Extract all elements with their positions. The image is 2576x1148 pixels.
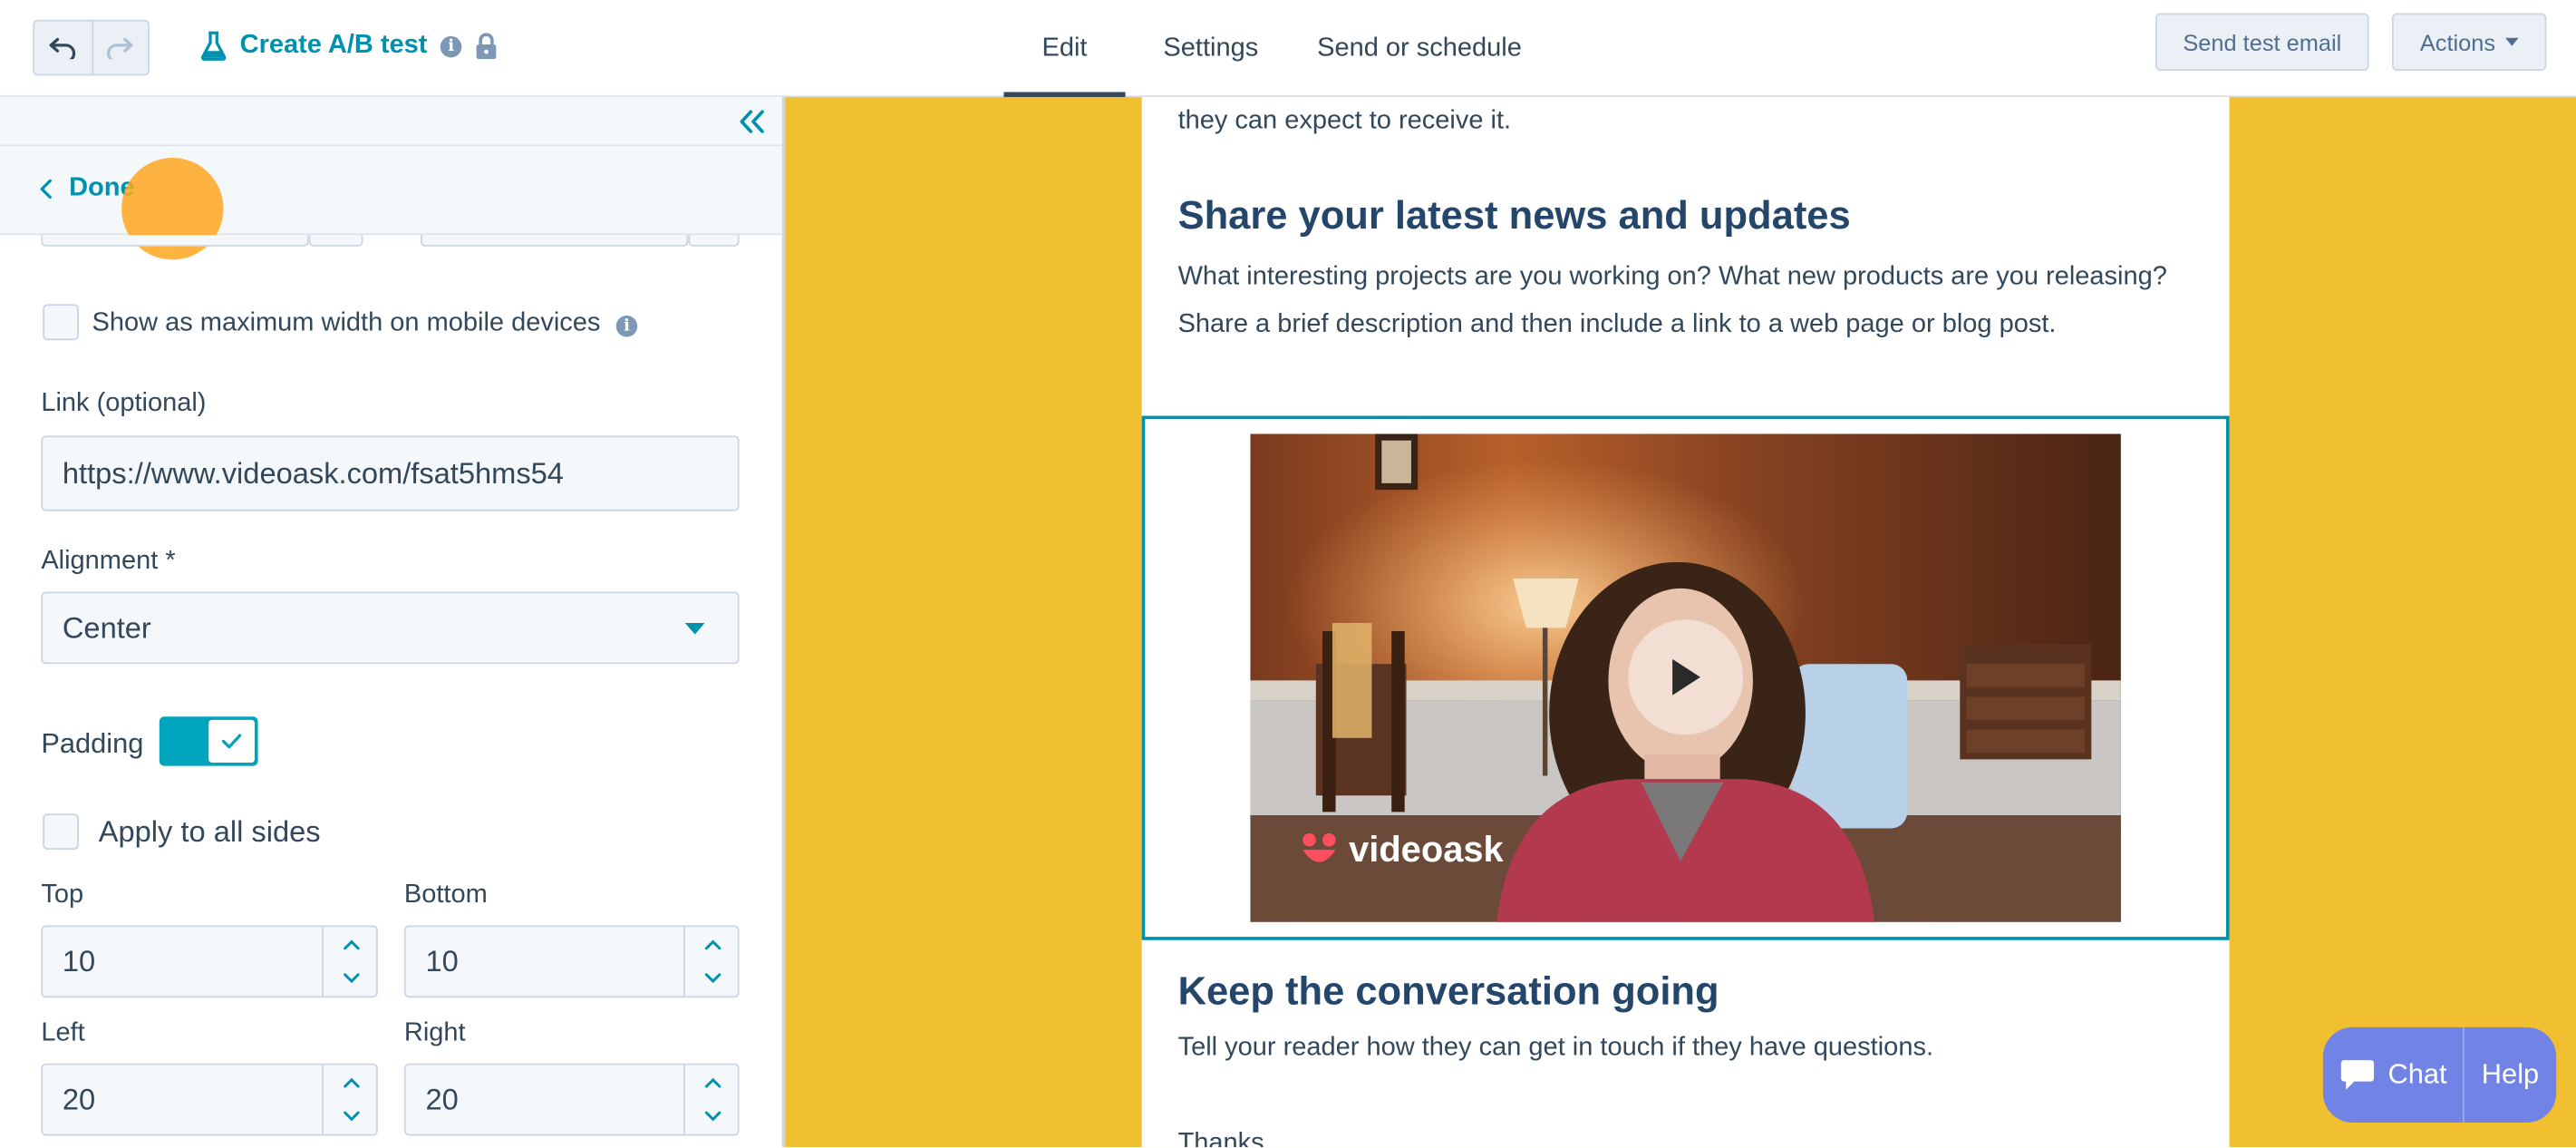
mobile-max-width-checkbox[interactable]	[43, 304, 79, 341]
info-icon[interactable]: i	[440, 34, 462, 57]
undo-button[interactable]	[34, 22, 92, 74]
link-label: Link (optional)	[41, 389, 207, 418]
chat-label: Chat	[2387, 1058, 2447, 1090]
padding-bottom-label: Bottom	[403, 880, 488, 910]
decrement-button[interactable]	[685, 1100, 740, 1134]
tab-send-or-schedule[interactable]: Send or schedule	[1296, 0, 1543, 97]
smile-logo-icon	[1303, 832, 1336, 862]
chat-widget: Chat Help	[2322, 1026, 2557, 1123]
video-thumbnail[interactable]: videoask	[1250, 433, 2121, 922]
height-input-stub[interactable]	[421, 235, 689, 247]
done-button[interactable]: Done	[40, 174, 135, 204]
videoask-label: videoask	[1349, 828, 1504, 870]
help-button[interactable]: Help	[2465, 1027, 2557, 1123]
chevron-down-icon	[343, 1111, 359, 1122]
collapse-panel-button[interactable]	[736, 105, 769, 138]
padding-bottom-input[interactable]: 10	[403, 925, 740, 998]
chat-button[interactable]: Chat	[2323, 1026, 2465, 1123]
padding-left-input[interactable]: 20	[41, 1063, 378, 1136]
padding-top-label: Top	[41, 880, 84, 910]
video-module[interactable]: videoask	[1141, 415, 2230, 940]
padding-label: Padding	[41, 727, 144, 760]
padding-bottom-value: 10	[425, 945, 459, 978]
news-paragraph[interactable]: What interesting projects are you workin…	[1178, 255, 2181, 348]
undo-icon	[50, 37, 76, 60]
alignment-value: Center	[62, 610, 151, 644]
decrement-button[interactable]	[324, 1100, 378, 1134]
padding-top-value: 10	[62, 945, 96, 978]
padding-left-value: 20	[62, 1083, 96, 1116]
email-body: they can expect to receive it. Share you…	[1141, 96, 2230, 1148]
done-bar: Done	[0, 146, 782, 236]
chevron-down-icon	[704, 1111, 721, 1122]
caret-down-icon	[2504, 37, 2519, 46]
decrement-button[interactable]	[685, 961, 740, 996]
padding-left-stepper	[322, 1065, 376, 1134]
apply-all-sides-checkbox[interactable]	[43, 813, 79, 851]
editor-tabs: Edit Settings Send or schedule	[1003, 0, 1543, 99]
chevron-down-icon	[343, 973, 359, 984]
ab-test-label: Create A/B test	[239, 31, 428, 60]
news-heading[interactable]: Share your latest news and updates	[1178, 194, 1851, 240]
chat-bubble-icon	[2339, 1060, 2374, 1090]
double-chevron-left-icon	[740, 110, 764, 133]
chevron-up-icon	[704, 1077, 721, 1088]
redo-button[interactable]	[91, 21, 149, 74]
redo-icon	[107, 37, 134, 60]
tab-edit[interactable]: Edit	[1003, 0, 1126, 99]
dropdown-arrow-icon	[684, 622, 705, 635]
padding-left-label: Left	[41, 1018, 85, 1047]
top-bar: Create A/B test i Edit Settings Send or …	[0, 0, 2576, 99]
padding-right-label: Right	[403, 1018, 466, 1047]
increment-button[interactable]	[324, 1065, 378, 1100]
conversation-paragraph[interactable]: Tell your reader how they can get in tou…	[1178, 1034, 1933, 1064]
actions-label: Actions	[2419, 28, 2496, 55]
thanks-text[interactable]: Thanks	[1178, 1129, 1264, 1147]
lock-icon	[476, 33, 497, 60]
conversation-heading[interactable]: Keep the conversation going	[1178, 969, 1719, 1016]
play-icon	[1672, 658, 1700, 696]
link-input[interactable]: https://www.videoask.com/fsat5hms54	[41, 435, 740, 511]
increment-button[interactable]	[685, 927, 740, 961]
undo-redo-group	[33, 19, 150, 76]
actions-button[interactable]: Actions	[2392, 13, 2547, 71]
flask-icon	[200, 31, 227, 61]
panel-header	[0, 96, 782, 147]
increment-button[interactable]	[685, 1065, 740, 1100]
play-button[interactable]	[1628, 619, 1744, 735]
chevron-up-icon	[343, 1077, 359, 1088]
chevron-left-icon	[40, 179, 52, 199]
toggle-knob	[208, 719, 255, 763]
check-icon	[221, 734, 242, 749]
mobile-info-icon[interactable]: i	[615, 316, 638, 337]
module-settings-panel: Done Show as maximum width on mobile dev…	[0, 96, 786, 1148]
width-input-stub[interactable]	[41, 235, 309, 247]
decrement-button[interactable]	[324, 961, 378, 996]
padding-right-input[interactable]: 20	[403, 1063, 740, 1136]
mobile-max-width-label: Show as maximum width on mobile devices	[92, 308, 601, 337]
apply-all-sides-label: Apply to all sides	[98, 815, 321, 849]
height-unit-stub[interactable]	[688, 235, 740, 247]
videoask-logo: videoask	[1300, 829, 1504, 871]
alignment-select[interactable]: Center	[41, 591, 740, 665]
tab-settings[interactable]: Settings	[1126, 0, 1297, 97]
padding-right-value: 20	[425, 1083, 459, 1116]
width-unit-stub[interactable]	[308, 235, 363, 247]
ab-test-title[interactable]: Create A/B test i	[200, 28, 498, 64]
chevron-up-icon	[343, 939, 359, 950]
chevron-up-icon	[704, 939, 721, 950]
padding-toggle[interactable]	[159, 716, 258, 766]
padding-top-stepper	[322, 927, 378, 997]
alignment-label: Alignment *	[41, 547, 176, 576]
chevron-down-icon	[704, 973, 721, 984]
intro-text[interactable]: they can expect to receive it.	[1178, 107, 1512, 137]
padding-right-stepper	[683, 1065, 738, 1134]
send-test-email-button[interactable]: Send test email	[2155, 13, 2369, 71]
padding-bottom-stepper	[683, 927, 740, 997]
padding-top-input[interactable]: 10	[41, 925, 378, 998]
email-preview: they can expect to receive it. Share you…	[785, 96, 2576, 1148]
increment-button[interactable]	[324, 927, 378, 961]
